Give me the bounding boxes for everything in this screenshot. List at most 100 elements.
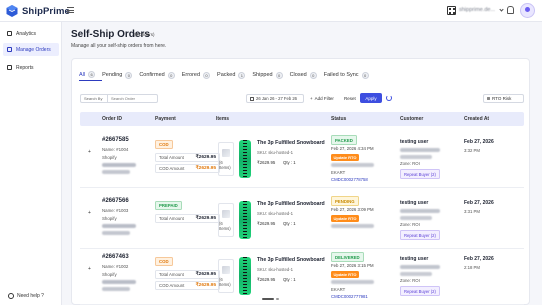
total-amount-label: Total Amount — [159, 155, 184, 160]
apps-grid-icon[interactable] — [447, 6, 456, 15]
expand-row-icon[interactable]: + — [88, 149, 91, 155]
redacted-text — [102, 231, 130, 235]
created-date: Feb 27, 2026 — [464, 256, 494, 262]
calendar-icon — [250, 96, 254, 101]
orders-table-header: Order ID Payment Items Status Customer C… — [80, 112, 524, 126]
product-thumbnail — [239, 140, 251, 178]
reset-button[interactable]: Reset — [341, 94, 359, 103]
app-logo[interactable]: ShipPrime — [5, 4, 70, 18]
table-row[interactable]: + #2667463 Name: #1002 Shopify COD Total… — [80, 245, 524, 305]
total-amount-box: Total Amount ₹2629.95 — [155, 214, 220, 223]
hamburger-menu-icon[interactable] — [67, 7, 74, 13]
product-name: The 3p Fulfilled Snowboard — [257, 140, 325, 146]
user-avatar[interactable] — [520, 3, 535, 18]
apply-button[interactable]: Apply — [360, 93, 382, 103]
items-count: (6 Items) — [219, 159, 231, 170]
redacted-text — [331, 163, 374, 167]
table-row[interactable]: + #2667585 Name: #1004 Shopify COD Total… — [80, 128, 524, 188]
date-range-picker[interactable]: 26 Jan 26 - 27 Feb 26 — [246, 94, 304, 103]
tab-pending[interactable]: Pending 0 — [102, 69, 139, 81]
awb-link[interactable]: CMDC0002778758 — [331, 177, 368, 182]
sidebar-item-manage-orders[interactable]: Manage Orders — [3, 43, 59, 56]
product-sku: SKU: sku-hosted-1 — [257, 150, 294, 155]
scrollbar-track — [276, 298, 279, 300]
redacted-text — [102, 280, 136, 284]
column-header-status: Status — [331, 116, 347, 122]
bell-icon[interactable] — [507, 6, 514, 14]
status-badge: PENDING — [331, 196, 359, 206]
order-store: Shopify — [102, 272, 117, 277]
items-count-box[interactable]: (6 Items) — [218, 259, 234, 293]
expand-row-icon[interactable]: + — [88, 210, 91, 216]
redacted-text — [102, 224, 136, 228]
customer-zone: Zone: ROI — [400, 161, 420, 166]
update-rto-badge[interactable]: Update RTO — [331, 215, 360, 222]
tab-closed[interactable]: Closed 0 — [290, 69, 324, 81]
need-help-link[interactable]: Need help ? — [8, 293, 44, 299]
tab-failed-to-sync[interactable]: Failed to Sync 0 — [324, 69, 376, 81]
created-date: Feb 27, 2026 — [464, 200, 494, 206]
tab-errored[interactable]: Errored 0 — [182, 69, 217, 81]
items-count-box[interactable]: (6 Items) — [218, 142, 234, 176]
update-rto-badge[interactable]: Update RTO — [331, 154, 360, 161]
search-by-select[interactable]: Search By — [81, 95, 108, 102]
product-name: The 3p Fulfilled Snowboard — [257, 257, 325, 263]
repeat-buyer-tag: Repeat Buyer (2) — [400, 169, 440, 179]
order-name: Name: #1002 — [102, 264, 129, 269]
tab-shipped[interactable]: Shipped 0 — [252, 69, 289, 81]
status-badge: DELIVERED — [331, 252, 364, 262]
tab-all[interactable]: All 6 — [79, 71, 103, 81]
update-rto-badge[interactable]: Update RTO — [331, 271, 360, 278]
sidebar-item-analytics[interactable]: Analytics — [3, 27, 59, 40]
sidebar-item-label: Manage Orders — [16, 46, 51, 53]
product-sku: SKU: sku-hosted-1 — [257, 211, 294, 216]
refresh-icon[interactable] — [386, 95, 392, 101]
customer-name: testing user — [400, 139, 429, 145]
order-count: (6 Orders) — [134, 32, 155, 37]
tab-packed[interactable]: Packed 1 — [217, 69, 252, 81]
search-input[interactable] — [108, 96, 156, 101]
tab-count-badge: 0 — [125, 71, 133, 79]
created-time: 2:18 PM — [464, 265, 481, 270]
product-price: ₹2629.95 — [257, 160, 276, 165]
product-sku: SKU: sku-hosted-1 — [257, 267, 294, 272]
cod-amount-label: COD Amount — [159, 166, 185, 171]
page-subtitle: Manage all your self-ship orders from he… — [71, 43, 167, 49]
tab-confirmed[interactable]: Confirmed 0 — [139, 69, 181, 81]
tab-count-badge: 6 — [88, 71, 96, 78]
awb-link[interactable]: CMDC0002777981 — [331, 294, 368, 299]
analytics-icon — [7, 31, 12, 36]
product-qty: Qty : 1 — [283, 277, 296, 282]
order-id-link[interactable]: #2667566 — [102, 198, 129, 204]
product-thumbnail — [239, 201, 251, 239]
product-price: ₹2629.95 — [257, 277, 276, 282]
redacted-text — [102, 163, 136, 167]
status-tabs: All 6 Pending 0 Confirmed 0 Errored 0 Packed… — [79, 69, 376, 81]
expand-row-icon[interactable]: + — [88, 266, 91, 272]
add-filter-label: Add Filter — [314, 96, 334, 101]
tab-count-badge: 0 — [167, 71, 175, 79]
courier-name: EKART — [331, 287, 346, 292]
image-icon — [222, 209, 230, 218]
tab-label: Errored — [181, 72, 201, 78]
cod-amount-box: COD Amount ₹2629.95 — [155, 281, 220, 290]
rto-risk-select[interactable]: RTO Risk — [483, 94, 524, 103]
add-filter-button[interactable]: + Add Filter — [307, 94, 337, 103]
column-header-customer: Customer — [400, 116, 424, 122]
sidebar-item-reports[interactable]: Reports — [3, 61, 59, 74]
created-date: Feb 27, 2026 — [464, 139, 494, 145]
horizontal-scrollbar[interactable] — [262, 298, 274, 300]
tab-count-badge: 0 — [275, 71, 283, 79]
account-name[interactable]: shipprime.de... — [459, 7, 495, 13]
column-header-created-at: Created At — [464, 116, 490, 122]
chevron-down-icon[interactable] — [499, 7, 504, 12]
top-bar: ShipPrime shipprime.de... — [0, 0, 542, 22]
order-id-link[interactable]: #2667585 — [102, 137, 129, 143]
cod-amount-box: COD Amount ₹2629.95 — [155, 164, 220, 173]
customer-name: testing user — [400, 256, 429, 262]
payment-type-badge: PREPAID — [155, 201, 182, 210]
created-time: 3:31 PM — [464, 209, 481, 214]
table-row[interactable]: + #2667566 Name: #1003 Shopify PREPAID T… — [80, 189, 524, 249]
items-count-box[interactable]: (6 Items) — [218, 203, 234, 237]
order-id-link[interactable]: #2667463 — [102, 254, 129, 260]
